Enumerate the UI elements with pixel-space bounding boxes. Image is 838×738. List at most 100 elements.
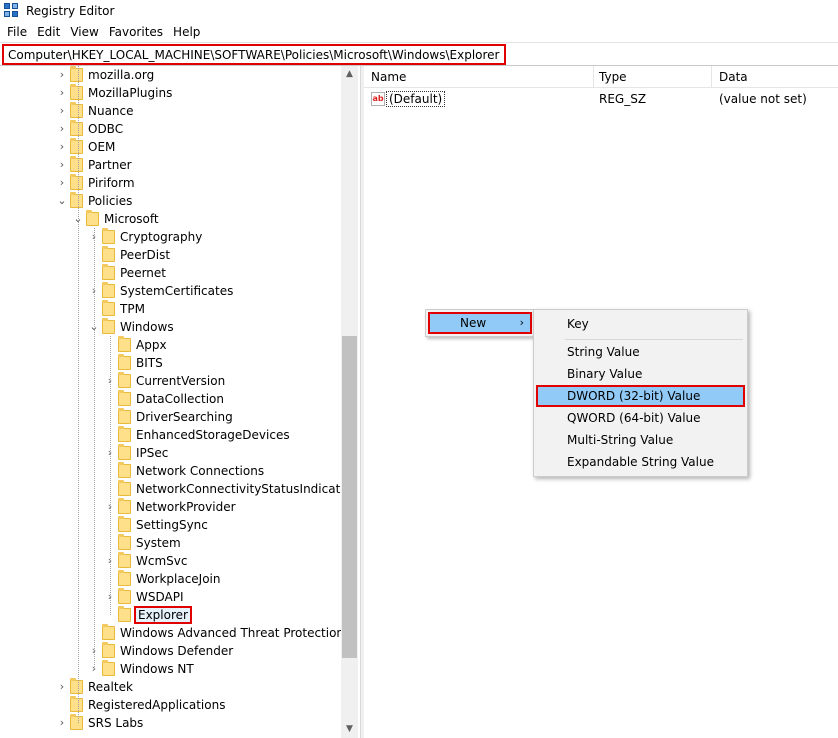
tree-item-label: PeerDist: [120, 248, 171, 262]
folder-icon: [70, 120, 83, 136]
tree-item[interactable]: › SystemCertificates: [0, 282, 340, 300]
tree-item[interactable]: ⌄ Microsoft: [0, 210, 340, 228]
address-path[interactable]: Computer\HKEY_LOCAL_MACHINE\SOFTWARE\Pol…: [2, 44, 506, 65]
submenu-item-multi-string-value[interactable]: Multi-String Value: [536, 429, 745, 451]
tree-item-label: System: [136, 536, 181, 550]
chevron-down-icon[interactable]: ⌄: [56, 192, 68, 210]
folder-icon: [70, 156, 83, 172]
tree-item[interactable]: ⌄ Windows: [0, 318, 340, 336]
chevron-right-icon[interactable]: ›: [56, 120, 68, 138]
chevron-right-icon[interactable]: ›: [56, 678, 68, 696]
new-submenu: Key String Value Binary Value DWORD (32-…: [533, 309, 748, 477]
registry-tree[interactable]: › mozilla.org › MozillaPlugins › Nuance › ODBC ›…: [0, 66, 360, 738]
submenu-separator: [565, 339, 743, 340]
chevron-right-icon[interactable]: ›: [56, 102, 68, 120]
tree-connector-line: [110, 336, 111, 615]
tree-item-label: SystemCertificates: [120, 284, 234, 298]
folder-icon: [118, 408, 131, 424]
folder-icon: [118, 444, 131, 460]
menu-view[interactable]: View: [65, 22, 103, 42]
folder-icon: [118, 336, 131, 352]
scroll-down-icon[interactable]: ▼: [341, 721, 358, 738]
submenu-item-qword-value[interactable]: QWORD (64-bit) Value: [536, 407, 745, 429]
tree-item[interactable]: › Nuance: [0, 102, 340, 120]
folder-icon: [118, 552, 131, 568]
address-bar[interactable]: Computer\HKEY_LOCAL_MACHINE\SOFTWARE\Pol…: [0, 42, 838, 66]
tree-item[interactable]: Explorer: [0, 606, 340, 624]
tree-item[interactable]: Windows Advanced Threat Protection: [0, 624, 344, 642]
menu-help[interactable]: Help: [168, 22, 205, 42]
folder-icon: [118, 606, 131, 622]
tree-item[interactable]: TPM: [0, 300, 340, 318]
tree-item[interactable]: SettingSync: [0, 516, 340, 534]
folder-icon: [102, 624, 115, 640]
menu-edit[interactable]: Edit: [32, 22, 65, 42]
tree-scrollbar[interactable]: ▲ ▼: [341, 66, 358, 738]
tree-item-label: SettingSync: [136, 518, 208, 532]
column-type[interactable]: Type: [592, 66, 712, 88]
submenu-item-string-value[interactable]: String Value: [536, 341, 745, 363]
chevron-right-icon[interactable]: ›: [56, 714, 68, 732]
tree-item[interactable]: › Realtek: [0, 678, 340, 696]
window-title: Registry Editor: [26, 4, 115, 18]
tree-item[interactable]: EnhancedStorageDevices: [0, 426, 340, 444]
value-row[interactable]: ab (Default) REG_SZ (value not set): [364, 90, 838, 108]
registry-icon: [4, 3, 20, 19]
tree-item-label: MozillaPlugins: [88, 86, 173, 100]
tree-item[interactable]: ⌄ Policies: [0, 192, 340, 210]
submenu-item-binary-value[interactable]: Binary Value: [536, 363, 745, 385]
title-bar: Registry Editor: [0, 0, 838, 22]
tree-item-label: NetworkProvider: [136, 500, 236, 514]
tree-item[interactable]: RegisteredApplications: [0, 696, 340, 714]
tree-item[interactable]: WorkplaceJoin: [0, 570, 340, 588]
tree-item[interactable]: › SRS Labs: [0, 714, 340, 732]
folder-icon: [70, 66, 83, 82]
tree-item[interactable]: › IPSec: [0, 444, 340, 462]
tree-item[interactable]: Peernet: [0, 264, 340, 282]
menu-favorites[interactable]: Favorites: [104, 22, 168, 42]
tree-item[interactable]: › ODBC: [0, 120, 340, 138]
tree-item[interactable]: › WcmSvc: [0, 552, 340, 570]
tree-item[interactable]: › Partner: [0, 156, 340, 174]
tree-item[interactable]: › Piriform: [0, 174, 340, 192]
tree-item[interactable]: › CurrentVersion: [0, 372, 340, 390]
tree-item[interactable]: › WSDAPI: [0, 588, 340, 606]
value-type: REG_SZ: [599, 92, 647, 106]
tree-item[interactable]: DataCollection: [0, 390, 340, 408]
scroll-up-icon[interactable]: ▲: [341, 66, 358, 83]
tree-item[interactable]: › Windows Defender: [0, 642, 340, 660]
tree-item[interactable]: › NetworkProvider: [0, 498, 340, 516]
folder-icon: [70, 192, 83, 208]
tree-item[interactable]: Network Connections: [0, 462, 340, 480]
tree-item-label: DriverSearching: [136, 410, 233, 424]
folder-icon: [102, 264, 115, 280]
tree-item[interactable]: DriverSearching: [0, 408, 340, 426]
chevron-right-icon[interactable]: ›: [56, 174, 68, 192]
tree-item[interactable]: NetworkConnectivityStatusIndicator: [0, 480, 353, 498]
chevron-right-icon[interactable]: ›: [56, 138, 68, 156]
string-value-icon: ab: [371, 92, 385, 106]
menu-item-new[interactable]: New ›: [428, 312, 532, 334]
tree-item[interactable]: PeerDist: [0, 246, 340, 264]
submenu-item-key[interactable]: Key: [536, 313, 745, 335]
column-data[interactable]: Data: [712, 66, 838, 88]
tree-item[interactable]: Appx: [0, 336, 340, 354]
tree-item-label: Network Connections: [136, 464, 265, 478]
submenu-item-dword-value[interactable]: DWORD (32-bit) Value: [536, 385, 745, 407]
scroll-thumb[interactable]: [342, 336, 357, 658]
column-name[interactable]: Name: [364, 66, 594, 88]
tree-item[interactable]: System: [0, 534, 340, 552]
chevron-right-icon[interactable]: ›: [56, 66, 68, 84]
tree-item[interactable]: › OEM: [0, 138, 340, 156]
tree-item[interactable]: › Cryptography: [0, 228, 340, 246]
tree-item[interactable]: › mozilla.org: [0, 66, 340, 84]
submenu-item-expandable-string-value[interactable]: Expandable String Value: [536, 451, 745, 473]
tree-item[interactable]: BITS: [0, 354, 340, 372]
chevron-right-icon[interactable]: ›: [56, 156, 68, 174]
tree-item[interactable]: › MozillaPlugins: [0, 84, 340, 102]
folder-icon: [118, 570, 131, 586]
tree-item[interactable]: › Windows NT: [0, 660, 340, 678]
chevron-right-icon[interactable]: ›: [56, 84, 68, 102]
menu-file[interactable]: File: [2, 22, 32, 42]
tree-item-label: RegisteredApplications: [88, 698, 226, 712]
